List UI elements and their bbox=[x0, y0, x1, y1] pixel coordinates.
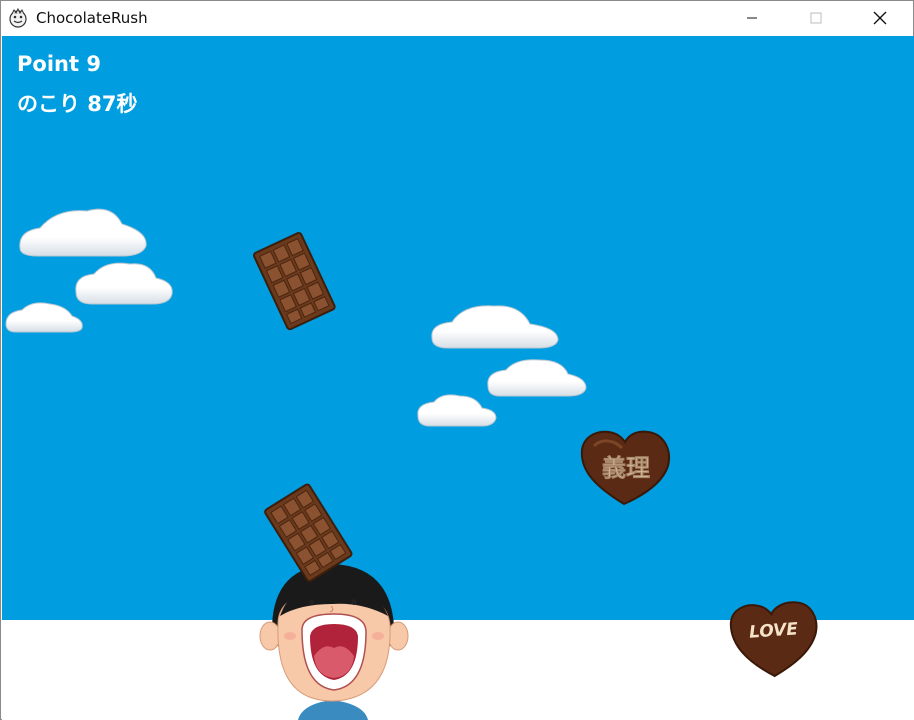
cloud-6 bbox=[417, 394, 497, 427]
falling-chocolate-bar bbox=[252, 231, 337, 332]
cloud-2 bbox=[75, 262, 173, 305]
cloud-5 bbox=[487, 359, 587, 397]
close-icon bbox=[873, 11, 887, 25]
window-title: ChocolateRush bbox=[36, 9, 148, 27]
app-icon bbox=[9, 8, 27, 28]
player-character[interactable] bbox=[259, 564, 409, 720]
game-window: ChocolateRush Point 9 のこり 87秒 義理 LOVE bbox=[0, 0, 914, 720]
cloud-4 bbox=[431, 305, 559, 349]
minimize-icon bbox=[747, 17, 757, 19]
maximize-icon bbox=[810, 12, 822, 24]
title-bar[interactable]: ChocolateRush bbox=[1, 1, 913, 35]
giri-heart-label: 義理 bbox=[602, 454, 650, 482]
minimize-button[interactable] bbox=[729, 1, 775, 35]
cloud-3 bbox=[5, 302, 83, 333]
love-heart-chocolate: LOVE bbox=[729, 601, 818, 678]
love-heart-label: LOVE bbox=[748, 619, 799, 642]
game-canvas[interactable]: Point 9 のこり 87秒 義理 LOVE bbox=[2, 36, 914, 720]
cloud-1 bbox=[19, 208, 147, 257]
maximize-button[interactable] bbox=[793, 1, 839, 35]
scene-layer: 義理 LOVE bbox=[5, 208, 818, 720]
giri-heart-chocolate: 義理 bbox=[580, 430, 670, 506]
close-button[interactable] bbox=[857, 1, 903, 35]
